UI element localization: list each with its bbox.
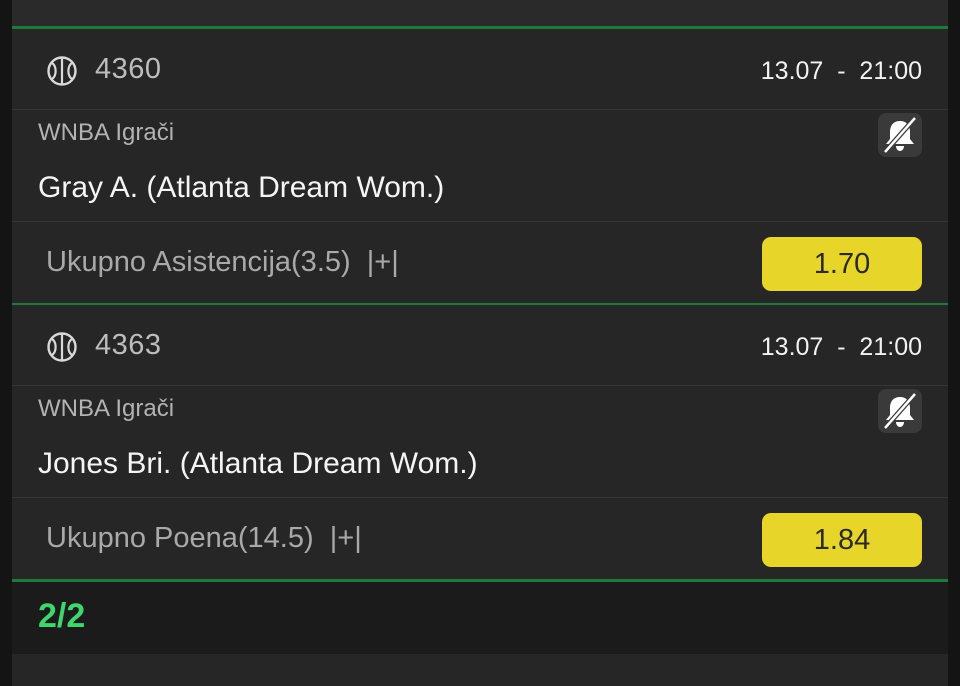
odd-button[interactable]: 1.70: [762, 237, 922, 291]
market-label: Ukupno Poena(14.5) |+|: [46, 522, 362, 554]
player-name: Gray A. (Atlanta Dream Wom.): [38, 171, 445, 204]
notification-toggle[interactable]: [878, 113, 922, 157]
market-label: Ukupno Asistencija(3.5) |+|: [46, 246, 399, 278]
notification-toggle[interactable]: [878, 389, 922, 433]
ticket-item: 4363 13.07 - 21:00 WNBA Igrači Jones Bri…: [12, 305, 948, 581]
ticket-list: 4360 13.07 - 21:00 WNBA Igrači Gray A. (…: [12, 0, 948, 686]
ticket-header: 4363 13.07 - 21:00: [12, 305, 948, 385]
league-label: WNBA Igrači: [38, 119, 175, 146]
bell-off-icon: [883, 116, 917, 154]
divider: [12, 221, 948, 222]
divider: [12, 385, 948, 386]
event-code: 4363: [95, 329, 162, 361]
divider: [12, 109, 948, 110]
event-datetime: 13.07 - 21:00: [760, 333, 922, 361]
divider: [12, 497, 948, 498]
ticket-header: 4360 13.07 - 21:00: [12, 29, 948, 109]
odd-button[interactable]: 1.84: [762, 513, 922, 567]
event-code: 4360: [95, 53, 162, 85]
player-name: Jones Bri. (Atlanta Dream Wom.): [38, 447, 478, 480]
basketball-icon: [47, 332, 77, 362]
match-count: 2/2: [38, 597, 86, 635]
basketball-icon: [47, 56, 77, 86]
event-datetime: 13.07 - 21:00: [760, 57, 922, 85]
top-strip: [12, 0, 948, 26]
ticket-item: 4360 13.07 - 21:00 WNBA Igrači Gray A. (…: [12, 29, 948, 305]
league-label: WNBA Igrači: [38, 395, 175, 422]
bottom-strip: [12, 654, 948, 686]
screen: 4360 13.07 - 21:00 WNBA Igrači Gray A. (…: [0, 0, 960, 686]
ticket-footer: 2/2: [12, 582, 948, 654]
bell-off-icon: [883, 392, 917, 430]
